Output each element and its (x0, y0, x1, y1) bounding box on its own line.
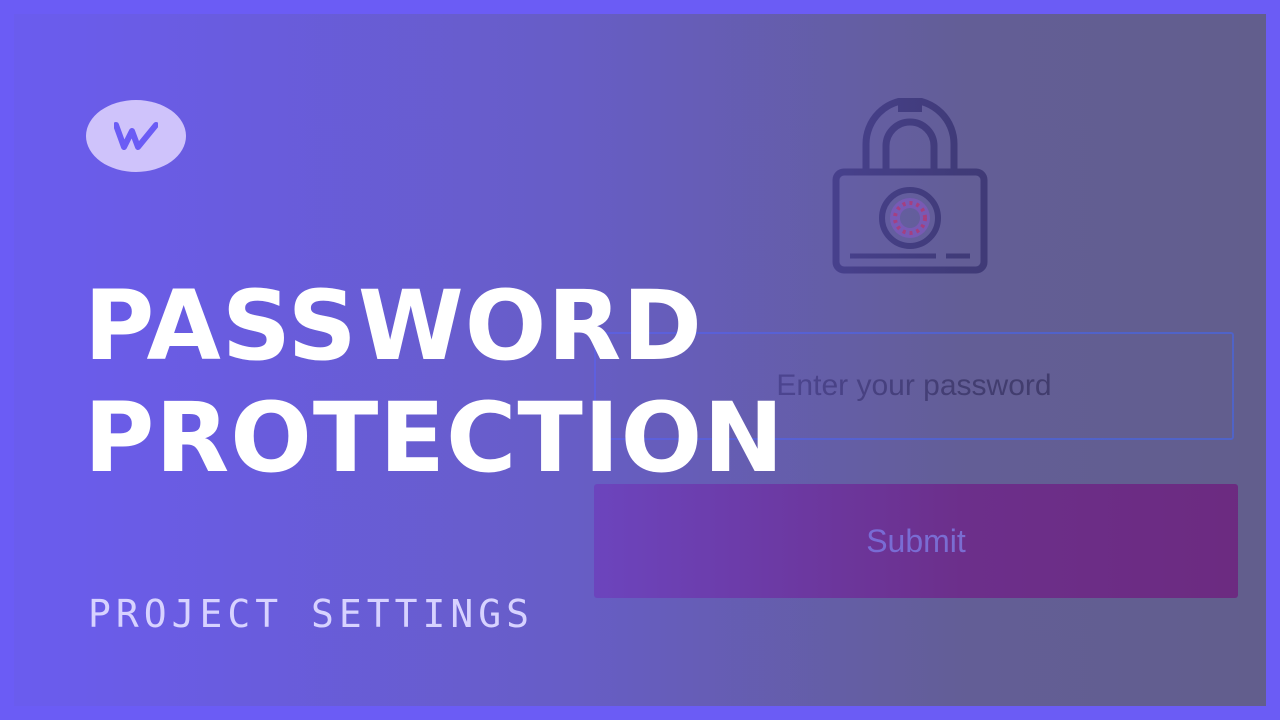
webflow-logo-icon (86, 100, 186, 172)
padlock-icon (832, 98, 988, 274)
page-title: PASSWORD PROTECTION (84, 270, 785, 494)
thumbnail-frame: Submit PASSWORD PROTECTION PROJECT SETTI… (0, 0, 1280, 720)
title-line-1: PASSWORD (84, 270, 703, 382)
webflow-w-glyph-icon (114, 122, 158, 150)
title-line-2: PROTECTION (84, 382, 785, 494)
submit-button[interactable]: Submit (594, 484, 1238, 598)
section-subtitle: PROJECT SETTINGS (88, 592, 535, 636)
